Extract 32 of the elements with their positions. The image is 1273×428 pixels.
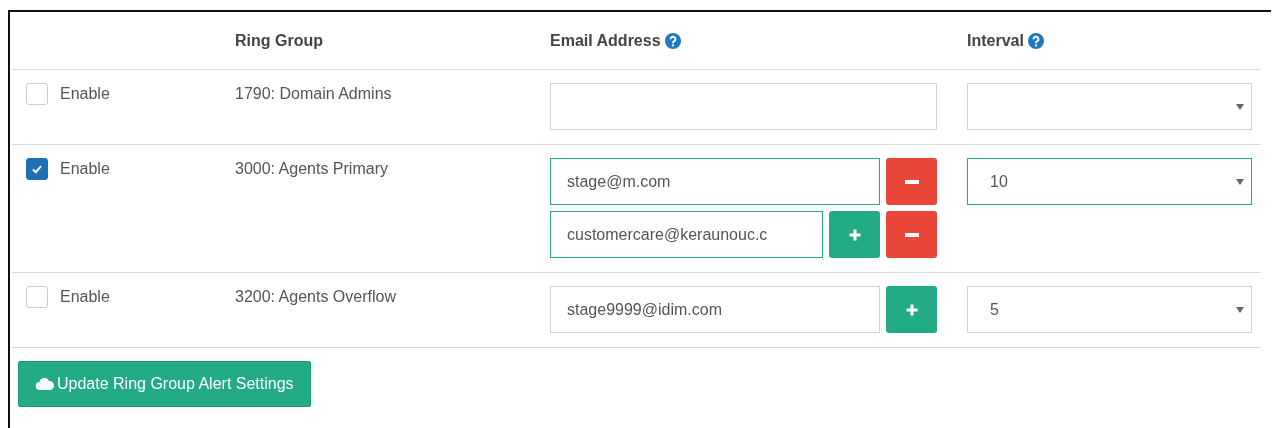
- interval-select[interactable]: 5: [967, 286, 1252, 333]
- email-field[interactable]: stage9999@idim.com: [550, 286, 880, 333]
- enable-label: Enable: [60, 84, 110, 104]
- column-header: Interval: [967, 31, 1024, 50]
- plus-icon: [847, 227, 862, 242]
- ring-group-name: 3200: Agents Overflow: [235, 288, 396, 305]
- minus-icon: [904, 179, 919, 184]
- help-icon[interactable]: [664, 32, 681, 49]
- caret-icon: [1236, 102, 1244, 111]
- email-field[interactable]: stage@m.com: [550, 158, 880, 205]
- enable-label: Enable: [60, 287, 110, 307]
- column-header: Ring Group: [235, 31, 323, 50]
- caret-icon: [1236, 177, 1244, 186]
- interval-select[interactable]: 10: [967, 158, 1252, 205]
- email-field[interactable]: [550, 83, 937, 130]
- minus-icon: [904, 232, 919, 237]
- remove-button[interactable]: [886, 211, 937, 258]
- cloud-icon: [35, 377, 55, 391]
- checkbox[interactable]: [26, 158, 48, 180]
- ring-group-name: 1790: Domain Admins: [235, 85, 392, 102]
- column-header: Email Address: [550, 31, 661, 50]
- remove-button[interactable]: [886, 158, 937, 205]
- plus-icon: [904, 302, 919, 317]
- check-icon: [31, 163, 43, 175]
- help-icon[interactable]: [1027, 32, 1044, 49]
- interval-select[interactable]: [967, 83, 1252, 130]
- enable-label: Enable: [60, 159, 110, 179]
- caret-icon: [1236, 305, 1244, 314]
- add-button[interactable]: [886, 286, 937, 333]
- ring-group-name: 3000: Agents Primary: [235, 160, 388, 177]
- add-button[interactable]: [829, 211, 880, 258]
- email-field[interactable]: customercare@keraunouc.c: [550, 211, 823, 258]
